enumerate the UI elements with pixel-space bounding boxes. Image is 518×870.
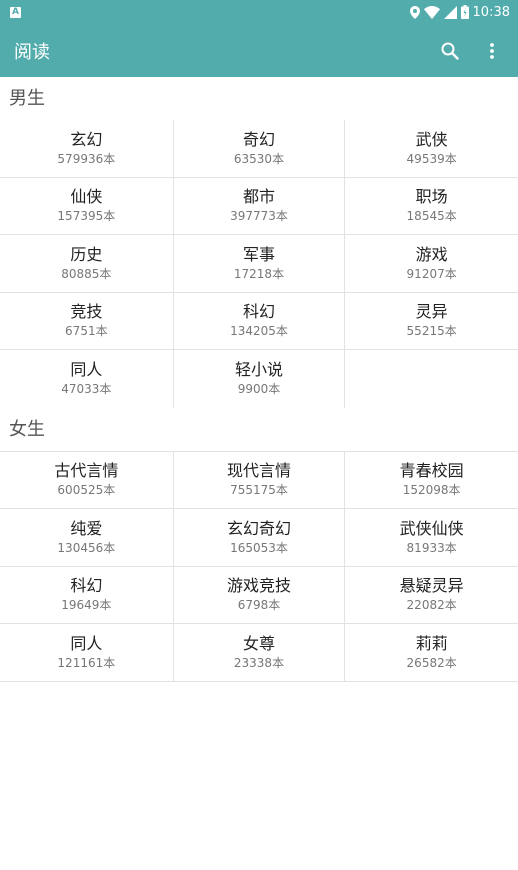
category-name: 奇幻 [242,129,275,149]
app-bar: 阅读 [0,24,518,77]
category-item[interactable]: 古代言情 600525本 [0,452,173,509]
category-item[interactable]: 游戏 91207本 [345,235,518,293]
category-item[interactable]: 科幻 19649本 [0,567,173,624]
category-item[interactable]: 轻小说 9900本 [172,350,346,408]
category-count: 6798本 [237,598,281,613]
category-count: 47033本 [61,382,112,397]
category-name: 女尊 [242,633,275,653]
category-count: 121161本 [57,655,116,670]
category-name: 历史 [70,244,103,264]
category-name: 莉莉 [415,633,448,653]
category-name: 科幻 [70,576,103,596]
category-item[interactable]: 奇幻 63530本 [172,120,346,178]
category-count: 81933本 [406,540,457,555]
category-name: 武侠仙侠 [399,518,464,538]
category-item[interactable]: 仙侠 157395本 [0,178,173,235]
category-count: 91207本 [406,266,457,281]
more-vert-icon[interactable] [480,39,504,63]
category-item[interactable]: 玄幻奇幻 165053本 [172,509,346,567]
section-title-male: 男生 [9,88,45,109]
category-item[interactable]: 都市 397773本 [172,177,346,235]
category-count: 152098本 [402,483,461,498]
category-name: 职场 [415,187,448,207]
wifi-icon [423,5,440,19]
category-item[interactable]: 游戏竞技 6798本 [172,566,346,624]
category-item[interactable]: 军事 17218本 [172,235,346,293]
category-item[interactable]: 同人 47033本 [0,350,173,408]
category-count: 80885本 [61,266,112,281]
category-grid-female: 古代言情 600525本 现代言情 755175本 青春校园 152098本 纯爱 13… [0,450,518,682]
category-count: 17218本 [233,266,285,281]
category-count: 26582本 [406,655,457,670]
category-count: 130456本 [57,540,116,555]
category-item[interactable]: 现代言情 755175本 [172,451,346,509]
category-item[interactable]: 武侠 49539本 [345,120,518,178]
category-count: 49539本 [406,151,457,166]
category-item[interactable]: 青春校园 152098本 [345,452,518,509]
status-bar: A 10:38 [0,0,518,24]
category-count: 6751本 [65,324,108,339]
category-name: 军事 [242,244,275,264]
category-name: 玄幻奇幻 [226,518,291,538]
category-item[interactable]: 同人 121161本 [0,624,173,682]
category-count: 397773本 [230,209,288,224]
location-icon [409,5,420,19]
category-item-empty [345,350,518,408]
category-name: 玄幻 [70,129,103,149]
category-count: 18545本 [406,209,457,224]
category-count: 755175本 [230,483,288,498]
category-name: 悬疑灵异 [399,576,464,596]
category-item[interactable]: 武侠仙侠 81933本 [345,509,518,567]
category-name: 青春校园 [399,461,464,481]
category-name: 都市 [242,187,275,207]
category-count: 23338本 [233,655,285,670]
category-name: 仙侠 [70,187,103,207]
category-item[interactable]: 纯爱 130456本 [0,509,173,567]
notification-icon: A [10,6,21,18]
category-name: 同人 [70,360,103,380]
category-count: 134205本 [230,324,288,339]
category-name: 轻小说 [234,360,283,380]
category-name: 纯爱 [70,518,103,538]
category-count: 9900本 [237,382,281,397]
category-item[interactable]: 历史 80885本 [0,235,173,293]
category-item[interactable]: 竞技 6751本 [0,293,173,350]
search-icon[interactable] [438,39,462,63]
category-name: 游戏竞技 [226,576,291,596]
category-name: 灵异 [415,302,448,322]
category-name: 武侠 [415,129,448,149]
category-count: 22082本 [406,598,457,613]
category-count: 63530本 [233,151,285,166]
battery-icon [460,5,469,19]
category-count: 600525本 [57,483,116,498]
category-count: 157395本 [57,209,116,224]
category-item[interactable]: 悬疑灵异 22082本 [345,567,518,624]
category-name: 同人 [70,633,103,653]
page-title: 阅读 [14,41,50,63]
category-name: 古代言情 [54,461,119,481]
category-count: 579936本 [57,151,116,166]
clock-time: 10:38 [472,4,510,20]
category-name: 竞技 [70,302,103,322]
category-item[interactable]: 玄幻 579936本 [0,120,173,178]
category-name: 现代言情 [226,461,291,481]
category-name: 游戏 [415,244,448,264]
category-count: 55215本 [406,324,457,339]
section-title-female: 女生 [9,418,45,440]
category-item[interactable]: 女尊 23338本 [172,624,346,682]
category-count: 165053本 [230,540,288,555]
category-name: 科幻 [242,302,275,322]
category-count: 19649本 [61,598,112,613]
category-item[interactable]: 职场 18545本 [345,178,518,235]
category-grid-male: 玄幻 579936本 奇幻 63530本 武侠 49539本 仙侠 157395本 都市… [0,120,518,408]
cell-signal-icon [443,5,457,19]
category-item[interactable]: 灵异 55215本 [345,293,518,350]
category-item[interactable]: 莉莉 26582本 [345,624,518,682]
category-item[interactable]: 科幻 134205本 [172,292,346,350]
